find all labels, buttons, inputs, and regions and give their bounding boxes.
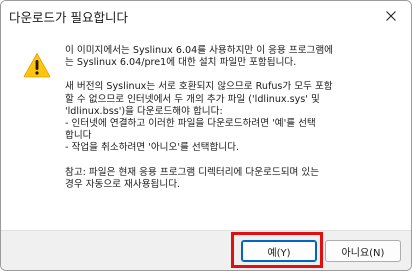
dialog-window: 다운로드가 필요합니다 이 이미지에서는 Syslinux 6.04를 사용하지… — [0, 0, 412, 271]
button-bar: 예(Y) 아니요(N) — [1, 230, 411, 270]
no-button[interactable]: 아니요(N) — [325, 240, 401, 262]
dialog-content: 이 이미지에서는 Syslinux 6.04를 사용하지만 이 응용 프로그램에… — [1, 31, 411, 230]
close-icon — [386, 11, 396, 21]
message-paragraph-2: 새 버전의 Syslinux는 서로 호환되지 않으므로 Rufus가 모두 포… — [65, 81, 333, 154]
title-bar: 다운로드가 필요합니다 — [1, 1, 411, 31]
message-paragraph-1: 이 이미지에서는 Syslinux 6.04를 사용하지만 이 응용 프로그램에… — [65, 45, 333, 69]
dialog-message: 이 이미지에서는 Syslinux 6.04를 사용하지만 이 응용 프로그램에… — [65, 45, 401, 203]
close-button[interactable] — [371, 1, 411, 31]
message-paragraph-3: 참고: 파일은 현재 응용 프로그램 디렉터리에 다운로드되며 있는 경우 자동… — [65, 166, 320, 190]
warning-icon — [23, 53, 51, 78]
dialog-title: 다운로드가 필요합니다 — [9, 10, 128, 25]
yes-button[interactable]: 예(Y) — [241, 240, 317, 262]
